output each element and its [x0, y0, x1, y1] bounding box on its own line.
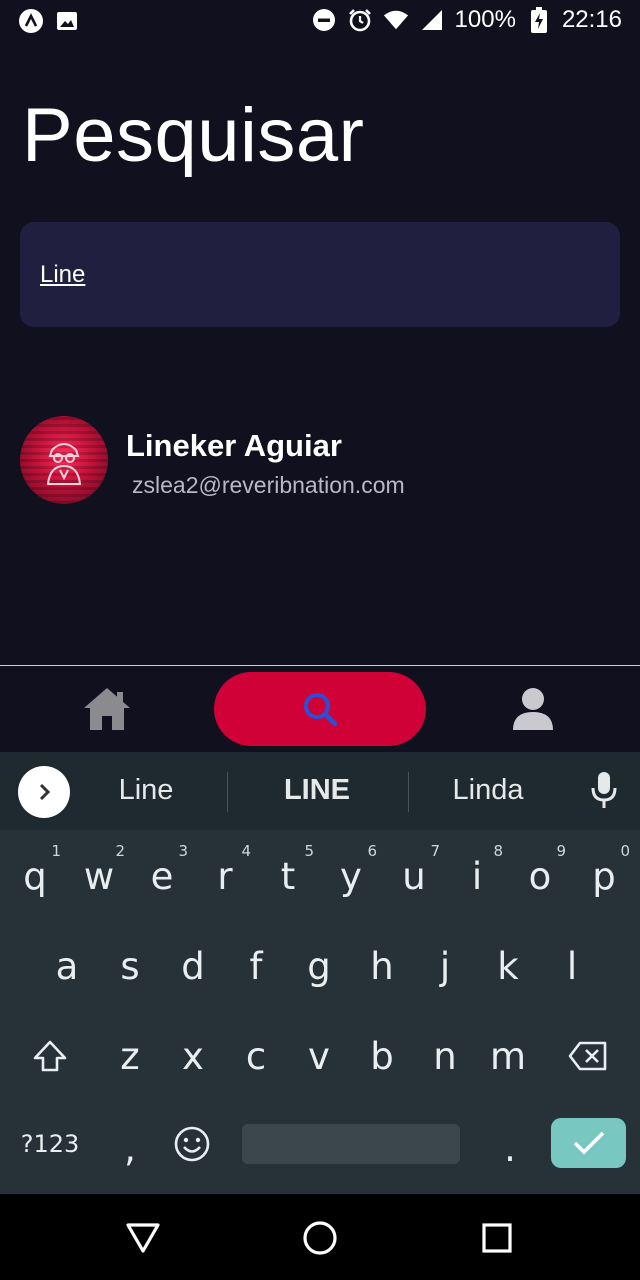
signal-icon	[419, 7, 445, 33]
search-tab-button[interactable]	[214, 672, 426, 746]
image-notification-icon	[54, 8, 80, 34]
microphone-icon[interactable]	[588, 770, 620, 815]
key-w[interactable]: w2	[67, 836, 131, 916]
back-icon[interactable]	[121, 1216, 165, 1260]
bottom-nav	[0, 666, 640, 752]
key-o[interactable]: o9	[508, 836, 572, 916]
shift-icon	[33, 1040, 67, 1072]
key-v[interactable]: v	[287, 1016, 351, 1096]
avatar	[20, 416, 108, 504]
emoji-key[interactable]	[160, 1104, 224, 1184]
key-l[interactable]: l	[540, 926, 604, 1006]
alarm-icon	[347, 7, 373, 33]
suggestion-strip: Line LINE Linda	[0, 752, 640, 830]
result-email: zslea2@reveribnation.com	[132, 472, 405, 498]
result-name: Lineker Aguiar	[126, 428, 342, 463]
app-notification-icon	[18, 8, 44, 34]
key-z[interactable]: z	[98, 1016, 162, 1096]
suggestion-1[interactable]: Line	[66, 774, 226, 807]
key-period[interactable]: .	[478, 1108, 542, 1188]
keyboard: Line LINE Linda q1 w2 e3 r4 t5 y6 u7 i8 …	[0, 752, 640, 1194]
symbols-key[interactable]: ?123	[14, 1104, 86, 1184]
key-k[interactable]: k	[476, 926, 540, 1006]
key-t[interactable]: t5	[256, 836, 320, 916]
battery-charging-icon	[526, 7, 552, 33]
home-icon[interactable]	[82, 686, 132, 732]
backspace-key[interactable]	[556, 1016, 620, 1096]
key-u[interactable]: u7	[382, 836, 446, 916]
search-input[interactable]	[38, 252, 602, 298]
expand-suggestions-button[interactable]	[18, 766, 70, 818]
key-y[interactable]: y6	[319, 836, 383, 916]
recents-icon[interactable]	[475, 1216, 519, 1260]
key-r[interactable]: r4	[193, 836, 257, 916]
chevron-right-icon	[39, 783, 51, 801]
home-circle-icon[interactable]	[298, 1216, 342, 1260]
key-f[interactable]: f	[224, 926, 288, 1006]
suggestion-3[interactable]: Linda	[408, 774, 568, 807]
key-x[interactable]: x	[161, 1016, 225, 1096]
do-not-disturb-icon	[311, 7, 337, 33]
system-navigation-bar	[0, 1194, 640, 1280]
key-g[interactable]: g	[287, 926, 351, 1006]
status-bar: 100% 22:16	[0, 0, 640, 44]
search-field[interactable]	[20, 222, 620, 327]
key-d[interactable]: d	[161, 926, 225, 1006]
key-comma[interactable]: ,	[98, 1108, 162, 1188]
emoji-icon	[174, 1126, 210, 1162]
wifi-icon	[383, 7, 409, 33]
profile-icon[interactable]	[510, 686, 556, 732]
key-b[interactable]: b	[350, 1016, 414, 1096]
key-s[interactable]: s	[98, 926, 162, 1006]
clock: 22:16	[561, 6, 622, 33]
battery-percent: 100%	[454, 6, 516, 33]
key-q[interactable]: q1	[3, 836, 67, 916]
shift-key[interactable]	[18, 1016, 82, 1096]
page-title: Pesquisar	[22, 93, 365, 178]
key-a[interactable]: a	[35, 926, 99, 1006]
enter-key[interactable]	[551, 1118, 626, 1168]
backspace-icon	[568, 1041, 607, 1071]
key-j[interactable]: j	[413, 926, 477, 1006]
key-p[interactable]: p0	[572, 836, 636, 916]
key-n[interactable]: n	[413, 1016, 477, 1096]
suggestion-2[interactable]: LINE	[237, 774, 397, 807]
key-e[interactable]: e3	[130, 836, 194, 916]
checkmark-icon	[573, 1131, 604, 1155]
list-item[interactable]: Lineker Aguiar zslea2@reveribnation.com	[20, 416, 620, 508]
key-m[interactable]: m	[476, 1016, 540, 1096]
search-icon	[304, 693, 338, 727]
key-h[interactable]: h	[350, 926, 414, 1006]
key-i[interactable]: i8	[445, 836, 509, 916]
key-c[interactable]: c	[224, 1016, 288, 1096]
space-key[interactable]	[242, 1124, 460, 1164]
